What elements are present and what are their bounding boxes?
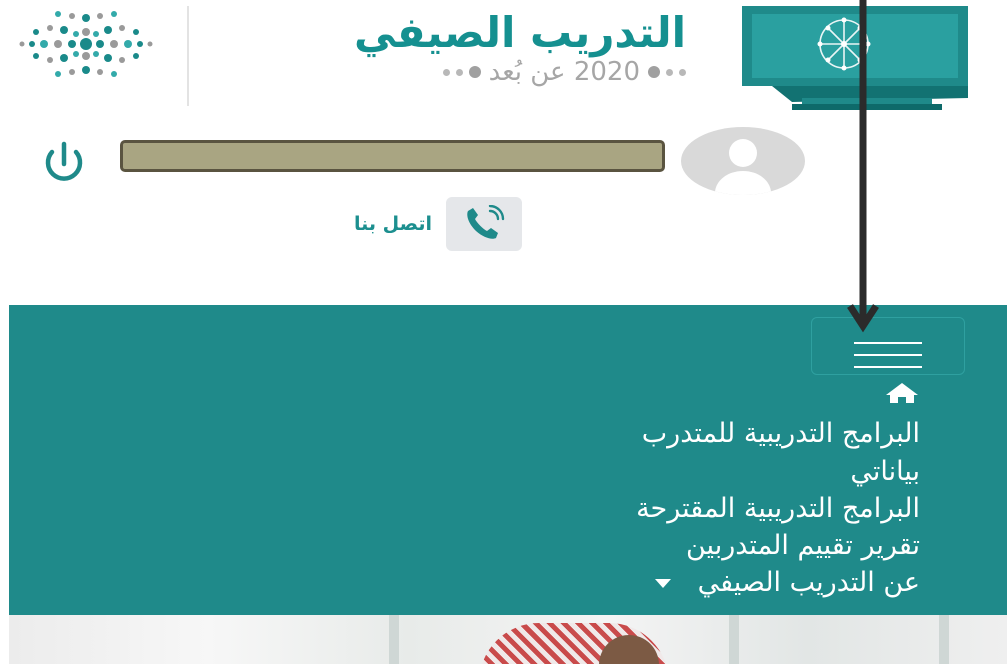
phone-button[interactable] bbox=[446, 197, 522, 251]
nav-item-trainees-evaluation[interactable]: تقرير تقييم المتدربين bbox=[360, 527, 920, 565]
contact-us-link[interactable]: اتصل بنا bbox=[288, 196, 522, 252]
hamburger-icon bbox=[854, 342, 922, 344]
home-icon[interactable] bbox=[882, 381, 922, 403]
brand-subtitle-row: 2020 عن بُعد bbox=[256, 54, 686, 90]
power-icon bbox=[45, 141, 83, 181]
contact-us-label: اتصل بنا bbox=[354, 213, 432, 235]
caret-down-icon bbox=[655, 579, 671, 588]
phone-icon bbox=[467, 205, 505, 239]
nav-item-about-dropdown[interactable]: عن التدريب الصيفي bbox=[360, 564, 920, 602]
left-edge bbox=[0, 0, 9, 664]
user-name-redacted bbox=[120, 140, 665, 172]
menu-toggle-button[interactable] bbox=[811, 317, 965, 375]
decorative-dots bbox=[442, 66, 481, 78]
header-divider bbox=[187, 6, 189, 106]
main-navigation: البرامج التدريبية للمتدرب بياناتي البرام… bbox=[9, 305, 1007, 615]
nav-item-trainee-programs[interactable]: البرامج التدريبية للمتدرب bbox=[360, 415, 920, 453]
hamburger-icon bbox=[854, 354, 922, 356]
user-silhouette-icon bbox=[715, 139, 771, 195]
hamburger-icon bbox=[854, 366, 922, 368]
nav-item-my-data[interactable]: بياناتي bbox=[360, 453, 920, 491]
logout-button[interactable] bbox=[30, 138, 98, 190]
nav-item-about-label: عن التدريب الصيفي bbox=[697, 567, 920, 598]
brand-subtitle: 2020 عن بُعد bbox=[488, 57, 640, 87]
annotation-arrow-icon bbox=[847, 0, 879, 333]
hero-photo bbox=[9, 615, 1007, 664]
avatar[interactable] bbox=[681, 127, 805, 195]
ministry-dots-logo bbox=[19, 11, 153, 77]
decorative-dots bbox=[648, 66, 686, 78]
nav-item-suggested-programs[interactable]: البرامج التدريبية المقترحة bbox=[360, 490, 920, 528]
